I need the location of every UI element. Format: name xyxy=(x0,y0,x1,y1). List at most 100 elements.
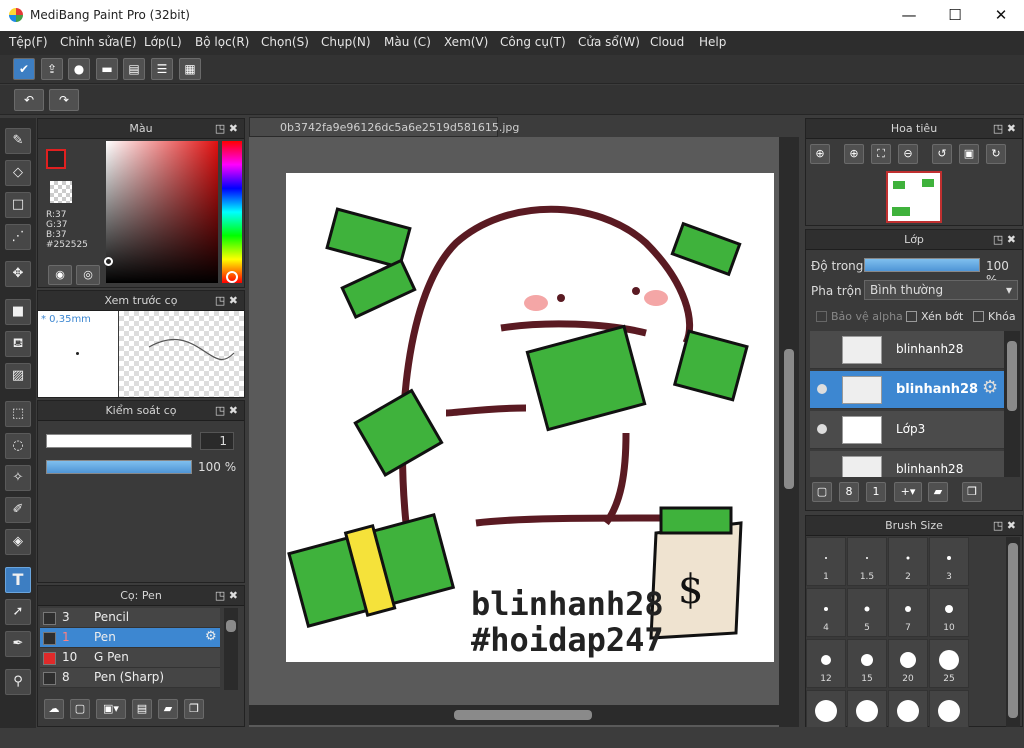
menu-tools[interactable]: Công cụ(T) xyxy=(500,35,566,49)
select-eraser-tool-icon[interactable]: ◈ xyxy=(5,529,31,555)
layer-opacity-slider[interactable] xyxy=(864,258,980,272)
undock-icon[interactable]: ◳ xyxy=(993,519,1003,532)
brush-opacity-slider[interactable] xyxy=(46,460,192,474)
menu-cloud[interactable]: Cloud xyxy=(650,35,684,49)
panel-close-icon[interactable]: ✖ xyxy=(229,122,238,135)
protect-alpha-checkbox[interactable]: Bảo vệ alpha xyxy=(816,310,903,323)
upload-icon[interactable]: ⇪ xyxy=(41,58,63,80)
zoom-out-icon[interactable]: ⊖ xyxy=(898,144,918,164)
brush-item[interactable]: 3 Pencil xyxy=(40,608,220,628)
layer-item[interactable]: blinhanh28 xyxy=(810,331,1004,369)
brush-size-cell[interactable]: 10 xyxy=(929,588,969,637)
select-pen-tool-icon[interactable]: ✐ xyxy=(5,497,31,523)
brush-item[interactable]: 10 G Pen xyxy=(40,648,220,668)
magic-wand-tool-icon[interactable]: ✧ xyxy=(5,465,31,491)
menu-window[interactable]: Cửa sổ(W) xyxy=(578,35,640,49)
check-icon[interactable]: ✔ xyxy=(13,58,35,80)
eyedropper-tool-icon[interactable]: ⚲ xyxy=(5,669,31,695)
close-button[interactable]: ✕ xyxy=(978,0,1024,31)
brush-tool-icon[interactable]: ✎ xyxy=(5,128,31,154)
brush-size-slider[interactable] xyxy=(46,434,192,448)
layer-visibility-icon[interactable] xyxy=(817,424,827,434)
gear-icon[interactable]: ⚙ xyxy=(982,377,998,398)
lock-checkbox[interactable]: Khóa xyxy=(973,310,1016,323)
duplicate-brush-icon[interactable]: ❐ xyxy=(184,699,204,719)
brush-size-input[interactable]: 1 xyxy=(200,432,234,450)
add-layer-dropdown-icon[interactable]: +▾ xyxy=(894,482,922,502)
brush-size-scrollbar[interactable] xyxy=(1006,537,1020,727)
menu-filter[interactable]: Bộ lọc(R) xyxy=(195,35,249,49)
menu-color[interactable]: Màu (C) xyxy=(384,35,431,49)
rotate-right-icon[interactable]: ↻ xyxy=(986,144,1006,164)
select-rect-tool-icon[interactable]: ⬚ xyxy=(5,401,31,427)
maximize-button[interactable]: ☐ xyxy=(932,0,978,31)
brush-size-cell[interactable]: 25 xyxy=(929,639,969,688)
canvas-horizontal-scrollbar[interactable] xyxy=(249,705,799,725)
undock-icon[interactable]: ◳ xyxy=(215,294,225,307)
gear-icon[interactable]: ⚙ xyxy=(205,629,217,644)
menu-file[interactable]: Tệp(F) xyxy=(9,35,48,49)
lasso-tool-icon[interactable]: ◌ xyxy=(5,433,31,459)
blend-mode-select[interactable]: Bình thường ▾ xyxy=(864,280,1018,300)
brush-list-scrollbar[interactable] xyxy=(224,608,238,690)
brush-folder-icon[interactable]: ▰ xyxy=(158,699,178,719)
clipping-checkbox[interactable]: Xén bớt xyxy=(906,310,963,323)
brush-size-cell[interactable] xyxy=(847,690,887,727)
bucket-tool-icon[interactable]: ⛾ xyxy=(5,331,31,357)
brush-size-cell[interactable] xyxy=(929,690,969,727)
fit-window-icon[interactable]: ⛶ xyxy=(871,144,891,164)
add-brush-icon[interactable]: ▣▾ xyxy=(96,699,126,719)
transparent-swatch[interactable] xyxy=(50,181,72,203)
brush-size-cell[interactable]: 1.5 xyxy=(847,537,887,586)
brush-settings-icon[interactable]: ▤ xyxy=(132,699,152,719)
brush-size-cell[interactable]: 20 xyxy=(888,639,928,688)
saturation-value-picker[interactable] xyxy=(106,141,218,283)
pen-tool-icon[interactable]: ✒ xyxy=(5,631,31,657)
rotate-left-icon[interactable]: ↺ xyxy=(932,144,952,164)
zoom-fit-icon[interactable]: ⊕ xyxy=(810,144,830,164)
foreground-color-swatch[interactable] xyxy=(46,149,66,169)
layer-folder-icon[interactable]: ▰ xyxy=(928,482,948,502)
canvas-vertical-scrollbar[interactable] xyxy=(779,137,799,727)
layer-item-selected[interactable]: blinhanh28 ⚙ xyxy=(810,371,1004,409)
menu-layer[interactable]: Lớp(L) xyxy=(144,35,182,49)
new-1bit-layer-icon[interactable]: 1 xyxy=(866,482,886,502)
brush-size-cell[interactable]: 1 xyxy=(806,537,846,586)
move-tool-icon[interactable]: ✥ xyxy=(5,261,31,287)
redo-icon[interactable]: ↷ xyxy=(49,89,79,111)
brush-item[interactable]: 8 Pen (Sharp) xyxy=(40,668,220,688)
menu-help[interactable]: Help xyxy=(699,35,726,49)
layer-item[interactable]: Lớp3 xyxy=(810,411,1004,449)
rectangle-tool-icon[interactable]: □ xyxy=(5,192,31,218)
actual-size-icon[interactable]: ▣ xyxy=(959,144,979,164)
new-brush-icon[interactable]: ▢ xyxy=(70,699,90,719)
hue-slider[interactable] xyxy=(222,141,242,283)
panel-close-icon[interactable]: ✖ xyxy=(229,404,238,417)
list-icon[interactable]: ☰ xyxy=(151,58,173,80)
layer-item[interactable]: blinhanh28 xyxy=(810,451,1004,477)
undock-icon[interactable]: ◳ xyxy=(215,404,225,417)
menu-capture[interactable]: Chụp(N) xyxy=(321,35,371,49)
panel-close-icon[interactable]: ✖ xyxy=(229,589,238,602)
undo-icon[interactable]: ↶ xyxy=(14,89,44,111)
comment-icon[interactable]: ▬ xyxy=(96,58,118,80)
eraser-tool-icon[interactable]: ◇ xyxy=(5,160,31,186)
brush-size-cell[interactable]: 3 xyxy=(929,537,969,586)
cloud-brush-icon[interactable]: ☁ xyxy=(44,699,64,719)
undock-icon[interactable]: ◳ xyxy=(993,122,1003,135)
artboard-image[interactable]: $ blinhanh28 #hoidap247 xyxy=(286,173,774,662)
layer-visibility-icon[interactable] xyxy=(817,384,827,394)
page-icon[interactable]: ▤ xyxy=(123,58,145,80)
brush-size-cell[interactable] xyxy=(888,690,928,727)
document-tab[interactable]: 0b3742fa9e96126dc5a6e2519d581615.jpg xyxy=(249,117,519,137)
sv-picker-cursor[interactable] xyxy=(104,257,113,266)
panel-close-icon[interactable]: ✖ xyxy=(1007,519,1016,532)
hue-slider-handle[interactable] xyxy=(226,271,238,283)
gradient-tool-icon[interactable]: ▨ xyxy=(5,363,31,389)
speech-bubble-icon[interactable]: ● xyxy=(68,58,90,80)
text-tool-icon[interactable]: T xyxy=(5,567,31,593)
brush-size-cell[interactable]: 15 xyxy=(847,639,887,688)
new-halftone-layer-icon[interactable]: 8 xyxy=(839,482,859,502)
menu-edit[interactable]: Chỉnh sửa(E) xyxy=(60,35,137,49)
panel-close-icon[interactable]: ✖ xyxy=(1007,233,1016,246)
